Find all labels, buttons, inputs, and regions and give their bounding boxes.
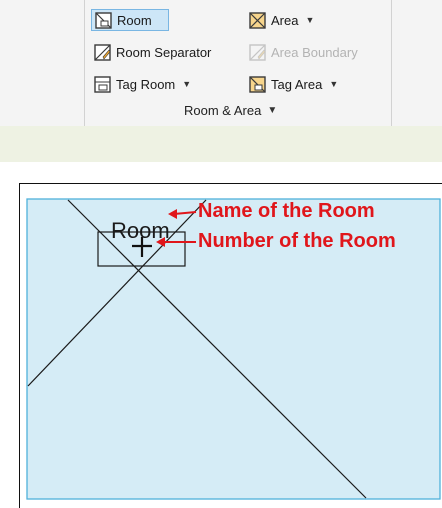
annotation-name: Name of the Room (198, 200, 375, 222)
room-diagram (26, 198, 441, 500)
room-name-label: Room (111, 218, 170, 243)
annotation-number: Number of the Room (198, 230, 396, 252)
